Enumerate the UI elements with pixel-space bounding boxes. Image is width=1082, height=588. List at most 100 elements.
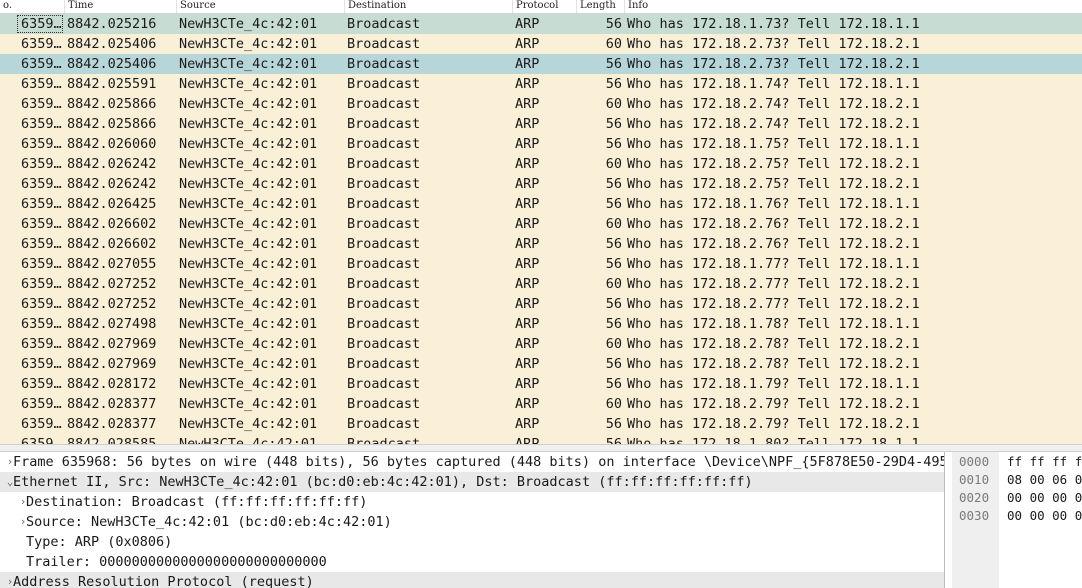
cell-no: 6359… [21, 416, 62, 432]
cell-info: Who has 172.18.1.79? Tell 172.18.1.1 [627, 376, 920, 392]
cell-no: 6359… [21, 56, 62, 72]
cell-source: NewH3CTe_4c:42:01 [179, 276, 318, 292]
cell-time: 8842.027252 [67, 276, 157, 292]
table-row[interactable]: 6359… 8842.026602 NewH3CTe_4c:42:01 Broadca… [0, 234, 1082, 254]
cell-protocol: ARP [515, 116, 540, 132]
cell-protocol: ARP [515, 56, 540, 72]
cell-length: 56 [605, 16, 622, 32]
column-header-time[interactable]: Time [65, 0, 177, 13]
byte-hex: 00 00 00 0 [1007, 508, 1082, 523]
table-row[interactable]: 6359… 8842.028377 NewH3CTe_4c:42:01 Broadca… [0, 414, 1082, 434]
table-row[interactable]: 6359… 8842.027969 NewH3CTe_4c:42:01 Broadca… [0, 354, 1082, 374]
tree-node-label: Source: NewH3CTe_4c:42:01 (bc:d0:eb:4c:4… [26, 514, 392, 530]
bytes-row[interactable]: 0010 08 00 06 0 [952, 471, 1082, 489]
table-row[interactable]: 6359… 8842.027252 NewH3CTe_4c:42:01 Broadca… [0, 274, 1082, 294]
tree-node[interactable]: Type: ARP (0x0806) [0, 532, 944, 552]
cell-destination: Broadcast [347, 216, 421, 232]
tree-node[interactable]: ⌄ Ethernet II, Src: NewH3CTe_4c:42:01 (bc… [0, 472, 944, 492]
packet-details-tree[interactable]: › Frame 635968: 56 bytes on wire (448 bit… [0, 452, 945, 588]
tree-node-label: Trailer: 0000000000000000000000000000 [26, 554, 327, 570]
cell-source: NewH3CTe_4c:42:01 [179, 116, 318, 132]
cell-source: NewH3CTe_4c:42:01 [179, 216, 318, 232]
table-row[interactable]: 6359… 8842.025406 NewH3CTe_4c:42:01 Broadca… [0, 34, 1082, 54]
cell-no: 6359… [21, 296, 62, 312]
cell-no: 6359… [16, 14, 64, 34]
cell-protocol: ARP [515, 356, 540, 372]
cell-info: Who has 172.18.2.77? Tell 172.18.2.1 [627, 296, 920, 312]
tree-node[interactable]: Trailer: 0000000000000000000000000000 [0, 552, 944, 572]
cell-length: 56 [605, 236, 622, 252]
cell-protocol: ARP [515, 296, 540, 312]
column-header-info[interactable]: Info [625, 0, 1082, 13]
table-row[interactable]: 6359… 8842.027055 NewH3CTe_4c:42:01 Broadca… [0, 254, 1082, 274]
table-row[interactable]: 6359… 8842.027498 NewH3CTe_4c:42:01 Broadca… [0, 314, 1082, 334]
cell-no: 6359… [21, 236, 62, 252]
column-header-length[interactable]: Length [577, 0, 625, 13]
cell-source: NewH3CTe_4c:42:01 [179, 176, 318, 192]
table-row[interactable]: 6359… 8842.028585 NewH3CTe_4c:42:01 Broadca… [0, 434, 1082, 444]
cell-protocol: ARP [515, 276, 540, 292]
cell-length: 60 [605, 276, 622, 292]
table-row[interactable]: 6359… 8842.026602 NewH3CTe_4c:42:01 Broadca… [0, 214, 1082, 234]
table-row[interactable]: 6359… 8842.026425 NewH3CTe_4c:42:01 Broadca… [0, 194, 1082, 214]
byte-offset: 0030 [959, 508, 990, 523]
tree-node[interactable]: › Frame 635968: 56 bytes on wire (448 bit… [0, 452, 944, 472]
table-row[interactable]: 6359… 8842.025216 NewH3CTe_4c:42:01 Broadca… [0, 14, 1082, 34]
cell-info: Who has 172.18.2.79? Tell 172.18.2.1 [627, 396, 920, 412]
cell-length: 56 [605, 176, 622, 192]
cell-protocol: ARP [515, 376, 540, 392]
table-row[interactable]: 6359… 8842.027969 NewH3CTe_4c:42:01 Broadca… [0, 334, 1082, 354]
cell-no: 6359… [21, 316, 62, 332]
table-row[interactable]: 6359… 8842.028172 NewH3CTe_4c:42:01 Broadca… [0, 374, 1082, 394]
column-header-destination[interactable]: Destination [345, 0, 513, 13]
cell-no: 6359… [21, 116, 62, 132]
cell-length: 56 [605, 376, 622, 392]
bytes-row[interactable]: 0030 00 00 00 0 [952, 507, 1082, 525]
tree-node[interactable]: › Source: NewH3CTe_4c:42:01 (bc:d0:eb:4c:… [0, 512, 944, 532]
cell-length: 56 [605, 256, 622, 272]
cell-no: 6359… [21, 276, 62, 292]
cell-destination: Broadcast [347, 196, 421, 212]
cell-destination: Broadcast [347, 136, 421, 152]
table-row[interactable]: 6359… 8842.026242 NewH3CTe_4c:42:01 Broadca… [0, 174, 1082, 194]
cell-length: 56 [605, 116, 622, 132]
column-header-no[interactable]: o. [0, 0, 65, 13]
table-row[interactable]: 6359… 8842.025591 NewH3CTe_4c:42:01 Broadca… [0, 74, 1082, 94]
cell-info: Who has 172.18.2.79? Tell 172.18.2.1 [627, 416, 920, 432]
column-header-source[interactable]: Source [177, 0, 345, 13]
cell-destination: Broadcast [347, 116, 421, 132]
packet-list[interactable]: o. Time Source Destination Protocol Leng… [0, 0, 1082, 444]
cell-source: NewH3CTe_4c:42:01 [179, 376, 318, 392]
column-header-protocol[interactable]: Protocol [513, 0, 577, 13]
cell-protocol: ARP [515, 216, 540, 232]
pane-splitter[interactable] [0, 444, 1082, 452]
cell-protocol: ARP [515, 316, 540, 332]
cell-time: 8842.025406 [67, 56, 157, 72]
cell-length: 56 [605, 196, 622, 212]
cell-time: 8842.025406 [67, 36, 157, 52]
table-row[interactable]: 6359… 8842.025866 NewH3CTe_4c:42:01 Broadca… [0, 114, 1082, 134]
cell-destination: Broadcast [347, 356, 421, 372]
cell-protocol: ARP [515, 16, 540, 32]
cell-source: NewH3CTe_4c:42:01 [179, 96, 318, 112]
tree-node[interactable]: › Address Resolution Protocol (request) [0, 572, 944, 588]
cell-info: Who has 172.18.2.73? Tell 172.18.2.1 [627, 56, 920, 72]
cell-info: Who has 172.18.2.73? Tell 172.18.2.1 [627, 36, 920, 52]
cell-length: 56 [605, 296, 622, 312]
cell-destination: Broadcast [347, 36, 421, 52]
table-row[interactable]: 6359… 8842.026242 NewH3CTe_4c:42:01 Broadca… [0, 154, 1082, 174]
cell-length: 56 [605, 76, 622, 92]
bytes-row[interactable]: 0000 ff ff ff f [952, 453, 1082, 471]
cell-source: NewH3CTe_4c:42:01 [179, 16, 318, 32]
bytes-row[interactable]: 0020 00 00 00 0 [952, 489, 1082, 507]
cell-source: NewH3CTe_4c:42:01 [179, 336, 318, 352]
table-row[interactable]: 6359… 8842.026060 NewH3CTe_4c:42:01 Broadca… [0, 134, 1082, 154]
cell-time: 8842.028585 [67, 436, 157, 444]
table-row[interactable]: 6359… 8842.027252 NewH3CTe_4c:42:01 Broadca… [0, 294, 1082, 314]
packet-bytes-pane[interactable]: 0000 ff ff ff f 0010 08 00 06 0 0020 00 00 00… [952, 452, 1082, 588]
byte-offset: 0020 [959, 490, 990, 505]
table-row[interactable]: 6359… 8842.025406 NewH3CTe_4c:42:01 Broadca… [0, 54, 1082, 74]
table-row[interactable]: 6359… 8842.025866 NewH3CTe_4c:42:01 Broadca… [0, 94, 1082, 114]
table-row[interactable]: 6359… 8842.028377 NewH3CTe_4c:42:01 Broadca… [0, 394, 1082, 414]
tree-node[interactable]: › Destination: Broadcast (ff:ff:ff:ff:ff:… [0, 492, 944, 512]
